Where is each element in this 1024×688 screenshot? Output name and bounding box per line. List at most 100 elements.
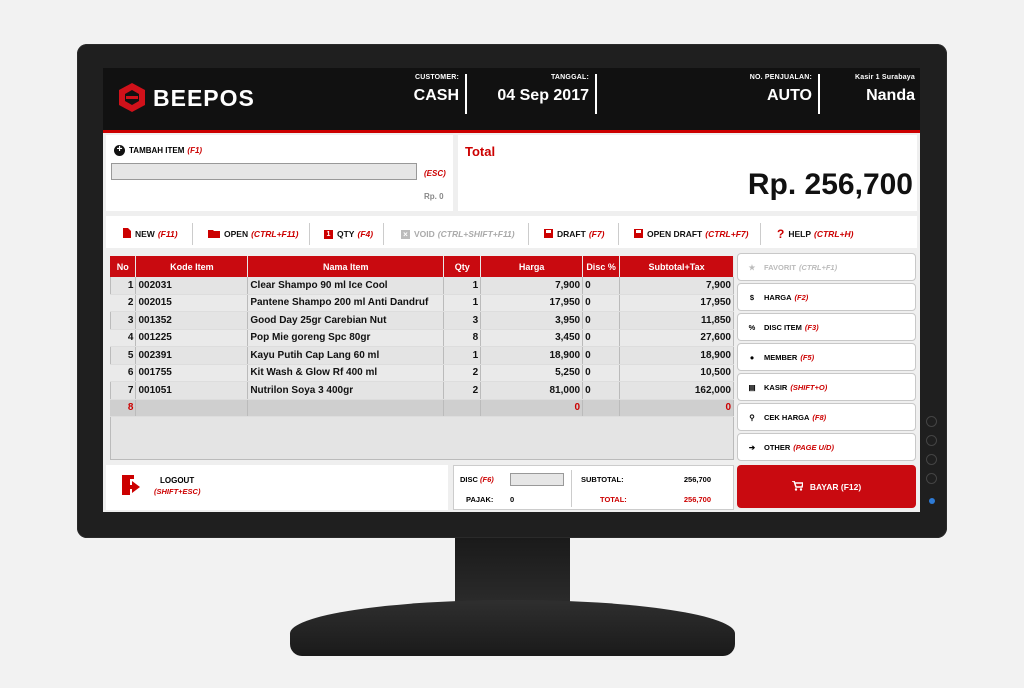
discount-icon: % bbox=[748, 322, 756, 332]
customer-value[interactable]: CASH bbox=[403, 87, 459, 105]
monitor-stand-base bbox=[290, 600, 735, 656]
logout-button[interactable]: LOGOUT (SHIFT+ESC) bbox=[120, 473, 240, 503]
side-button-label: KASIR bbox=[764, 382, 788, 392]
cashier-location-label: Kasir 1 Surabaya bbox=[854, 74, 915, 81]
table-row[interactable]: 2 002015 Pantene Shampo 200 ml Anti Dandru… bbox=[110, 294, 734, 312]
new-shortcut: (F11) bbox=[157, 229, 178, 239]
item-price-hint: Rp. 0 bbox=[424, 192, 444, 201]
user-icon: ● bbox=[749, 352, 755, 362]
table-cell: 2 bbox=[443, 381, 482, 400]
cashier-icon: ▤ bbox=[748, 382, 756, 392]
draft-button[interactable]: DRAFT (F7) bbox=[544, 227, 604, 241]
side-button-label: CEK HARGA bbox=[764, 412, 810, 422]
table-row[interactable]: 6 001755 Kit Wash & Glow Rf 400 ml 2 5,250 0 1… bbox=[110, 364, 734, 382]
qty-button[interactable]: 1 QTY (F4) bbox=[324, 227, 373, 241]
sale-no-label: NO. PENJUALAN: bbox=[749, 74, 812, 81]
side-button-member[interactable]: ● MEMBER (F5) bbox=[737, 343, 916, 371]
save-icon bbox=[634, 228, 643, 240]
column-header[interactable]: Qty bbox=[443, 256, 482, 277]
table-cell bbox=[247, 399, 445, 417]
monitor-button bbox=[926, 435, 937, 446]
column-header[interactable]: Harga bbox=[480, 256, 584, 277]
column-header[interactable]: Kode Item bbox=[135, 256, 249, 277]
table-cell: 4 bbox=[110, 329, 137, 347]
table-cell bbox=[582, 399, 621, 417]
side-button-shortcut: (F3) bbox=[804, 322, 819, 332]
open-button[interactable]: OPEN (CTRL+F11) bbox=[208, 227, 298, 241]
qty-shortcut: (F4) bbox=[357, 229, 374, 239]
side-button-label: MEMBER bbox=[764, 352, 798, 362]
table-cell: Pop Mie goreng Spc 80gr bbox=[247, 329, 445, 347]
divider bbox=[818, 74, 820, 114]
side-button-favorit[interactable]: ★ FAVORIT (CTRL+F1) bbox=[737, 253, 916, 281]
esc-hint: (ESC) bbox=[424, 169, 446, 178]
table-cell: 0 bbox=[582, 346, 621, 365]
open-draft-button[interactable]: OPEN DRAFT (CTRL+F7) bbox=[634, 227, 748, 241]
table-cell: 0 bbox=[582, 311, 621, 330]
add-item-input[interactable] bbox=[111, 163, 417, 180]
column-header[interactable]: Nama Item bbox=[247, 256, 445, 277]
total-amount: Rp. 256,700 bbox=[747, 168, 913, 201]
table-row[interactable]: 7 001051 Nutrilon Soya 3 400gr 2 81,000 0 162,… bbox=[110, 381, 734, 400]
side-button-disc-item[interactable]: % DISC ITEM (F3) bbox=[737, 313, 916, 341]
add-item-shortcut: (F1) bbox=[187, 146, 203, 155]
total-panel: Total Rp. 256,700 bbox=[458, 135, 917, 211]
plus-circle-icon[interactable]: + bbox=[114, 145, 125, 156]
void-button[interactable]: × VOID (CTRL+SHIFT+F11) bbox=[401, 227, 515, 241]
sale-no-value: AUTO bbox=[766, 87, 812, 104]
table-cell: 8 bbox=[110, 399, 137, 417]
table-cell: 1 bbox=[443, 294, 482, 312]
new-entry-row[interactable]: 8 0 0 bbox=[110, 399, 734, 417]
table-cell: 18,900 bbox=[480, 346, 584, 365]
file-icon bbox=[123, 228, 131, 240]
column-header[interactable]: No bbox=[110, 256, 137, 277]
table-cell: 8 bbox=[443, 329, 482, 347]
logout-panel: LOGOUT (SHIFT+ESC) bbox=[106, 465, 448, 510]
table-cell: 81,000 bbox=[480, 381, 584, 400]
table-cell: 0 bbox=[582, 381, 621, 400]
table-cell: 0 bbox=[582, 294, 621, 312]
side-button-shortcut: (F5) bbox=[800, 352, 815, 362]
disc-shortcut: (F6) bbox=[480, 475, 494, 484]
table-header-row: No Kode Item Nama Item Qty Harga Disc % Subtot… bbox=[110, 256, 734, 277]
brand-name: BEEPOS bbox=[153, 85, 255, 111]
table-row[interactable]: 5 002391 Kayu Putih Cap Lang 60 ml 1 18,900 0… bbox=[110, 346, 734, 365]
column-header[interactable]: Disc % bbox=[582, 256, 621, 277]
column-header[interactable]: Subtotal+Tax bbox=[619, 256, 734, 277]
side-button-label: HARGA bbox=[764, 292, 792, 302]
table-cell: 3 bbox=[110, 311, 137, 330]
table-row[interactable]: 1 002031 Clear Shampo 90 ml Ice Cool 1 7,900… bbox=[110, 277, 734, 295]
table-cell: 002031 bbox=[135, 277, 249, 295]
new-label: NEW bbox=[135, 229, 155, 239]
table-cell: Clear Shampo 90 ml Ice Cool bbox=[247, 277, 445, 295]
draft-shortcut: (F7) bbox=[588, 229, 605, 239]
table-cell: 0 bbox=[582, 277, 621, 295]
side-button-harga[interactable]: $ HARGA (F2) bbox=[737, 283, 916, 311]
table-cell: 7,900 bbox=[619, 277, 734, 295]
logout-shortcut: (SHIFT+ESC) bbox=[154, 487, 201, 496]
table-cell: 11,850 bbox=[619, 311, 734, 330]
cashier-name: Nanda bbox=[866, 87, 915, 104]
side-button-other[interactable]: ➔ OTHER (PAGE U/D) bbox=[737, 433, 916, 461]
table-cell: 2 bbox=[110, 294, 137, 312]
side-button-kasir[interactable]: ▤ KASIR (SHIFT+O) bbox=[737, 373, 916, 401]
table-cell: 5 bbox=[110, 346, 137, 365]
add-item-header: + TAMBAH ITEM (F1) bbox=[114, 145, 202, 156]
divider bbox=[383, 223, 384, 245]
disc-input[interactable] bbox=[510, 473, 564, 486]
side-button-cek-harga[interactable]: ⚲ CEK HARGA (F8) bbox=[737, 403, 916, 431]
help-button[interactable]: ? HELP (CTRL+H) bbox=[777, 227, 853, 241]
divider bbox=[618, 223, 619, 245]
side-button-shortcut: (SHIFT+O) bbox=[790, 382, 828, 392]
table-cell: 0 bbox=[480, 399, 584, 417]
divider bbox=[465, 74, 467, 114]
pay-button[interactable]: BAYAR (F12) bbox=[737, 465, 916, 508]
table-row[interactable]: 4 001225 Pop Mie goreng Spc 80gr 8 3,450 0 27,… bbox=[110, 329, 734, 347]
divider bbox=[571, 470, 572, 507]
table-cell: 0 bbox=[619, 399, 734, 417]
close-icon: × bbox=[401, 229, 410, 239]
table-row[interactable]: 3 001352 Good Day 25gr Carebian Nut 3 3,950 0… bbox=[110, 311, 734, 330]
tax-value: 0 bbox=[510, 495, 515, 504]
pay-label: BAYAR bbox=[809, 481, 839, 492]
new-button[interactable]: NEW (F11) bbox=[123, 227, 178, 241]
